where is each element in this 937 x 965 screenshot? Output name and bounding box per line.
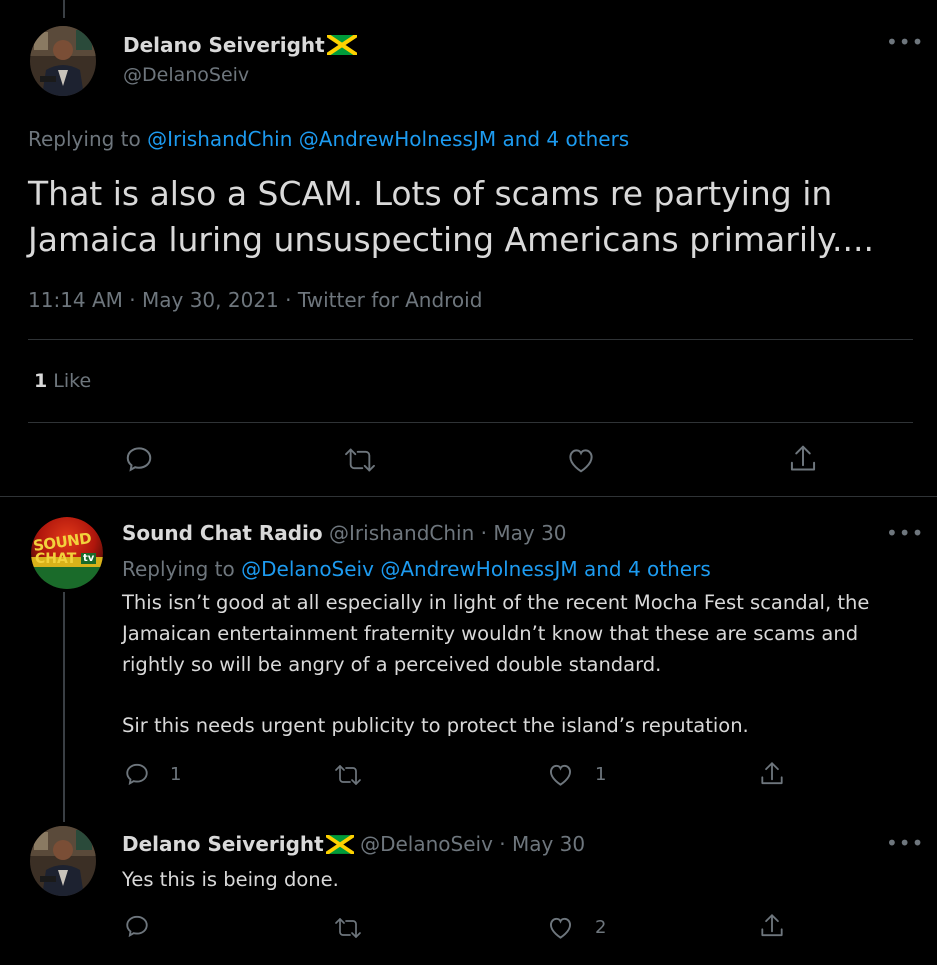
tweet-text-line: Jamaican entertainment fraternity wouldn… [122,622,859,645]
avatar-logo-text: CHAT [35,551,77,567]
author-handle[interactable]: @DelanoSeiv [360,832,493,856]
reply-header: Delano Seiveright @DelanoSeiv · May 30 [122,832,585,859]
thread-line-reply [63,592,65,822]
tweet-text-line: rightly so will be angry of a perceived … [122,653,662,676]
like-count: 2 [595,917,607,938]
thread-line-top [63,0,65,18]
tweet-text: Yes this is being done. [122,868,339,891]
author-name[interactable]: Sound Chat Radio [122,521,323,545]
heart-icon[interactable] [566,446,596,474]
tweet-text-line: This isn’t good at all especially in lig… [122,591,870,614]
retweet-icon[interactable] [333,763,363,787]
more-icon[interactable]: ••• [886,521,924,545]
tweet-text-line: Sir this needs urgent publicity to prote… [122,714,749,737]
more-icon[interactable]: ••• [886,30,924,54]
divider [28,339,913,340]
reply-icon [126,763,148,786]
more-icon[interactable]: ••• [886,831,924,855]
like-button[interactable]: 2 [547,915,606,940]
reply-count: 1 [170,763,182,785]
author-handle[interactable]: @IrishandChin [329,521,474,545]
retweet-icon[interactable] [333,916,363,940]
share-icon[interactable] [759,760,785,788]
share-icon[interactable] [788,443,818,475]
share-icon[interactable] [759,912,785,940]
likes-label: Like [53,370,92,392]
heart-icon [549,764,572,786]
divider [0,496,937,497]
reply-header: Sound Chat Radio @IrishandChin · May 30 [122,521,567,545]
heart-icon [549,917,572,939]
mention-link[interactable]: @DelanoSeiv [241,557,374,581]
reply-icon[interactable] [124,444,154,474]
avatar-logo-text: tv [81,553,97,564]
retweet-icon[interactable] [343,446,377,474]
avatar[interactable] [30,26,96,96]
author-name[interactable]: Delano Seiveright [123,33,358,60]
avatar[interactable]: SOUND CHAT tv [31,517,103,589]
reply-button[interactable]: 1 [124,761,181,787]
others-link[interactable]: and 4 others [584,557,711,581]
tweet-meta[interactable]: 11:14 AM · May 30, 2021 · Twitter for An… [28,288,482,312]
mention-link[interactable]: @AndrewHolnessJM [380,557,577,581]
jamaica-flag-icon [324,833,355,859]
author-handle[interactable]: @DelanoSeiv [123,64,249,86]
likes-stat[interactable]: 1 Like [34,370,91,392]
mention-link[interactable]: @IrishandChin [147,127,292,151]
like-count: 1 [595,764,607,785]
tweet-text-line: Jamaica luring unsuspecting Americans pr… [28,220,874,259]
others-link[interactable]: and 4 others [502,127,629,151]
mention-link[interactable]: @AndrewHolnessJM [299,127,496,151]
replying-to: Replying to @IrishandChin @AndrewHolness… [28,127,629,151]
like-button[interactable]: 1 [547,762,606,787]
replying-label: Replying to [122,557,235,581]
divider [28,422,913,423]
replying-to: Replying to @DelanoSeiv @AndrewHolnessJM… [122,557,711,581]
tweet-date[interactable]: · May 30 [481,521,567,545]
tweet-text-line: That is also a SCAM. Lots of scams re pa… [28,174,833,213]
tweet-date[interactable]: · May 30 [499,832,585,856]
author-name[interactable]: Delano Seiveright [122,832,324,856]
likes-count: 1 [34,370,48,392]
avatar[interactable] [30,826,96,896]
reply-icon[interactable] [124,913,150,939]
replying-label: Replying to [28,127,141,151]
jamaica-flag-icon [325,33,358,60]
